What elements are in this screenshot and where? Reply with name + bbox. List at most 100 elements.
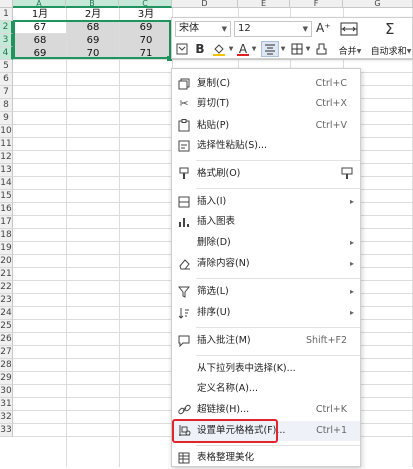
sigma-icon: Σ xyxy=(385,20,395,38)
context-menu: 复制(C) Ctrl+C ✂ 剪切(T) Ctrl+X 粘贴(P) Ctrl+V… xyxy=(171,68,361,467)
row-header[interactable]: 27 xyxy=(0,346,13,359)
font-name-value: 宋体 xyxy=(179,23,199,34)
bold-button[interactable]: B xyxy=(193,41,207,57)
merge-button[interactable]: 合并▼ xyxy=(332,20,368,58)
row-header[interactable]: 1 xyxy=(0,8,13,21)
column-header-d[interactable]: D xyxy=(172,0,238,8)
font-color-button[interactable]: A xyxy=(236,41,250,57)
fill-color-dropdown[interactable]: ▼ xyxy=(228,41,234,57)
border-button[interactable] xyxy=(289,41,305,57)
menu-item-insert-chart[interactable]: 插入图表 xyxy=(172,212,360,232)
row-header[interactable]: 32 xyxy=(0,411,13,424)
row-header[interactable]: 2 xyxy=(0,21,13,34)
table-cell[interactable]: 67 xyxy=(14,21,66,34)
row-header[interactable]: 30 xyxy=(0,385,13,398)
format-painter-icon xyxy=(176,166,192,182)
row-header[interactable]: 20 xyxy=(0,255,13,268)
row-header[interactable]: 12 xyxy=(0,151,13,164)
row-header[interactable]: 26 xyxy=(0,333,13,346)
menu-item-paste-special[interactable]: 选择性粘贴(S)... xyxy=(172,136,360,156)
row-header[interactable]: 4 xyxy=(0,47,13,60)
row-header[interactable]: 16 xyxy=(0,203,13,216)
menu-label: 表格整理美化 xyxy=(197,452,255,463)
row-header[interactable]: 22 xyxy=(0,281,13,294)
row-header[interactable]: 33 xyxy=(0,424,13,437)
table-cell[interactable]: 68 xyxy=(67,21,119,34)
row-header[interactable]: 15 xyxy=(0,190,13,203)
select-all-corner[interactable] xyxy=(0,0,13,8)
menu-item-copy[interactable]: 复制(C) Ctrl+C xyxy=(172,74,360,94)
menu-item-filter[interactable]: 筛选(L) ▸ xyxy=(172,282,360,302)
border-dropdown[interactable]: ▼ xyxy=(305,41,311,57)
row-header[interactable]: 24 xyxy=(0,307,13,320)
table-cell[interactable]: 68 xyxy=(14,34,66,47)
menu-item-format-painter[interactable]: 格式刷(O) xyxy=(172,164,360,184)
column-header-b[interactable]: B xyxy=(66,0,119,8)
font-grow-icon[interactable]: A⁺ xyxy=(316,21,331,35)
menu-separator xyxy=(196,327,360,328)
menu-item-format-cells[interactable]: 设置单元格格式(F)... Ctrl+1 xyxy=(172,421,360,441)
font-color-dropdown[interactable]: ▼ xyxy=(251,41,257,57)
row-header[interactable]: 11 xyxy=(0,138,13,151)
paste-special-icon xyxy=(176,138,192,154)
row-header[interactable]: 6 xyxy=(0,73,13,86)
menu-item-clear-contents[interactable]: 清除内容(N) ▸ xyxy=(172,254,360,274)
column-header-f[interactable]: F xyxy=(290,0,343,8)
menu-label: 剪切(T) xyxy=(197,98,230,109)
row-header[interactable]: 3 xyxy=(0,34,13,47)
font-size-combo[interactable]: 12 ▼ xyxy=(234,21,312,37)
menu-item-cut[interactable]: ✂ 剪切(T) Ctrl+X xyxy=(172,94,360,114)
menu-item-delete[interactable]: 删除(D) ▸ xyxy=(172,233,360,253)
row-header[interactable]: 31 xyxy=(0,398,13,411)
row-header[interactable]: 14 xyxy=(0,177,13,190)
menu-item-table-beautify[interactable]: 表格整理美化 xyxy=(172,448,360,468)
format-brush-icon[interactable] xyxy=(175,41,189,57)
menu-item-insert-comment[interactable]: 插入批注(M) Shift+F2 xyxy=(172,331,360,351)
row-header[interactable]: 8 xyxy=(0,99,13,112)
row-header[interactable]: 21 xyxy=(0,268,13,281)
table-header-cell[interactable]: 1月 xyxy=(14,8,66,21)
autosum-button[interactable]: Σ 自动求和▼ xyxy=(369,20,413,58)
align-dropdown[interactable]: ▼ xyxy=(280,41,286,57)
menu-item-sort[interactable]: 排序(U) ▸ xyxy=(172,303,360,323)
row-header[interactable]: 7 xyxy=(0,86,13,99)
align-center-button[interactable] xyxy=(261,41,279,57)
table-cell[interactable]: 69 xyxy=(67,34,119,47)
row-header[interactable]: 28 xyxy=(0,359,13,372)
menu-item-paste[interactable]: 粘贴(P) Ctrl+V xyxy=(172,116,360,136)
row-header[interactable]: 13 xyxy=(0,164,13,177)
menu-label: 插入(I) xyxy=(197,196,227,207)
column-header-c[interactable]: C xyxy=(119,0,172,8)
row-header[interactable]: 9 xyxy=(0,112,13,125)
menu-item-define-name[interactable]: 定义名称(A)... xyxy=(172,379,360,399)
table-cell[interactable]: 70 xyxy=(67,47,119,60)
fill-color-button[interactable] xyxy=(210,41,228,57)
menu-label: 筛选(L) xyxy=(197,286,229,297)
menu-item-insert[interactable]: 插入(I) ▸ xyxy=(172,192,360,212)
row-header[interactable]: 5 xyxy=(0,60,13,73)
menu-item-pick-from-list[interactable]: 从下拉列表中选择(K)... xyxy=(172,359,360,379)
row-header[interactable]: 19 xyxy=(0,242,13,255)
row-header[interactable]: 23 xyxy=(0,294,13,307)
table-cell[interactable]: 69 xyxy=(14,47,66,60)
row-header[interactable]: 10 xyxy=(0,125,13,138)
table-cell[interactable]: 69 xyxy=(120,21,172,34)
column-header-a[interactable]: A xyxy=(13,0,66,8)
table-cell[interactable]: 70 xyxy=(120,34,172,47)
merge-cells-icon xyxy=(340,22,358,36)
row-header[interactable]: 25 xyxy=(0,320,13,333)
table-cell[interactable]: 71 xyxy=(120,47,172,60)
column-header-e[interactable]: E xyxy=(238,0,290,8)
menu-separator xyxy=(196,278,360,279)
table-header-cell[interactable]: 2月 xyxy=(67,8,119,21)
format-painter-quick-icon[interactable] xyxy=(340,166,354,183)
font-name-combo[interactable]: 宋体 ▼ xyxy=(175,21,231,37)
clear-format-icon[interactable] xyxy=(314,41,328,57)
menu-item-hyperlink[interactable]: 超链接(H)... Ctrl+K xyxy=(172,400,360,420)
row-header[interactable]: 18 xyxy=(0,229,13,242)
row-header[interactable]: 29 xyxy=(0,372,13,385)
submenu-arrow-icon: ▸ xyxy=(349,308,354,317)
row-header[interactable]: 17 xyxy=(0,216,13,229)
table-header-cell[interactable]: 3月 xyxy=(120,8,172,21)
column-header-g[interactable]: G xyxy=(343,0,413,8)
